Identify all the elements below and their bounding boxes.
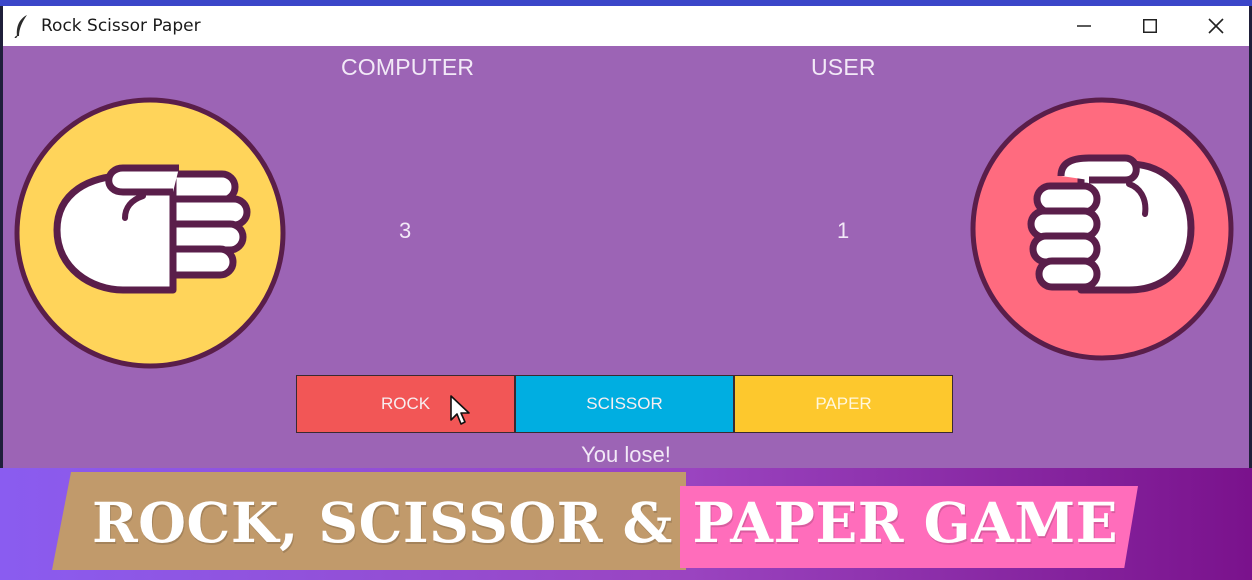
title-bar: Rock Scissor Paper xyxy=(3,6,1249,46)
minimize-icon xyxy=(1077,25,1091,27)
app-window: Rock Scissor Paper COMPUTER USER 3 1 ROC… xyxy=(3,6,1249,468)
maximize-button[interactable] xyxy=(1117,6,1183,46)
scissor-button[interactable]: SCISSOR xyxy=(515,375,734,433)
cursor-icon xyxy=(450,395,470,425)
computer-label: COMPUTER xyxy=(341,54,475,80)
close-icon xyxy=(1208,18,1224,34)
rock-button[interactable]: ROCK xyxy=(296,375,515,433)
close-button[interactable] xyxy=(1183,6,1249,46)
user-label: USER xyxy=(811,54,876,80)
minimize-button[interactable] xyxy=(1051,6,1117,46)
window-title: Rock Scissor Paper xyxy=(41,16,201,36)
banner-title: ROCK, SCISSOR & PAPER GAME xyxy=(91,490,1119,555)
feather-icon xyxy=(14,15,27,38)
title-banner: ROCK, SCISSOR & PAPER GAME xyxy=(0,468,1252,580)
result-message: You lose! xyxy=(581,442,671,467)
rock-hand-icon xyxy=(970,97,1234,361)
game-area: COMPUTER USER 3 1 ROCK SCISSOR PAPER You… xyxy=(3,46,1249,468)
maximize-icon xyxy=(1143,19,1157,33)
user-score: 1 xyxy=(837,218,850,243)
computer-score: 3 xyxy=(399,218,412,243)
paper-button[interactable]: PAPER xyxy=(734,375,953,433)
paper-hand-icon xyxy=(14,97,286,369)
